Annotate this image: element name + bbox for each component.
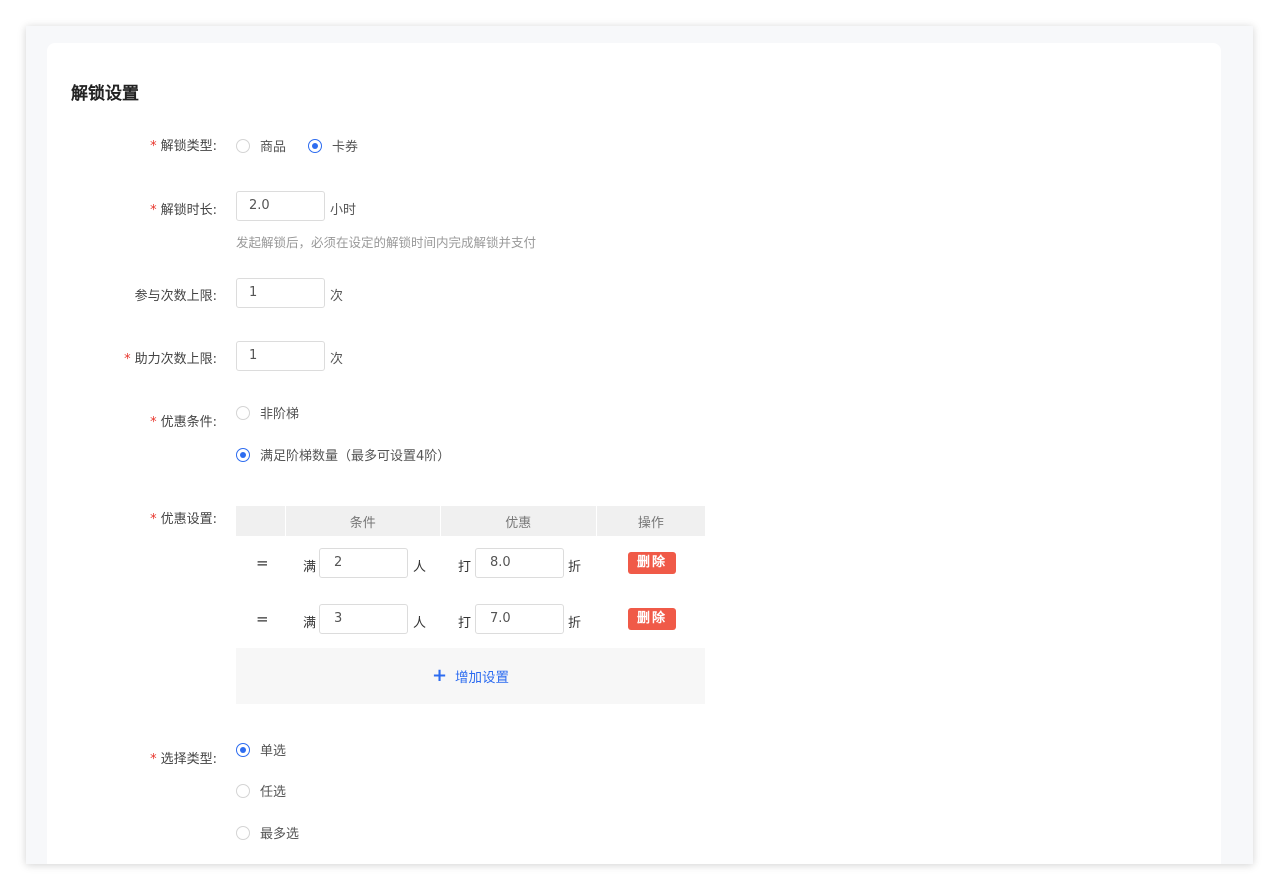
tier-count-input[interactable]: 2 [319, 548, 408, 578]
unlock-duration-input[interactable]: 2.0 [236, 191, 325, 221]
participation-limit-label: 参与次数上限: [134, 289, 217, 304]
radio-dot [236, 405, 250, 420]
radio-dot [236, 447, 250, 462]
unlock-duration-label: * 解锁时长: [150, 203, 217, 218]
delete-button[interactable]: 删除 [628, 608, 676, 630]
tier-count-unit: 人 [413, 560, 427, 575]
full-prefix: 满 [303, 616, 317, 631]
plus-icon: + [431, 665, 448, 686]
add-setting-button[interactable]: + 增加设置 [236, 648, 705, 704]
discount-condition-radio-tiered[interactable]: 满足阶梯数量（最多可设置4阶） [236, 445, 450, 464]
radio-dot [236, 138, 250, 153]
column-header-action: 操作 [637, 515, 664, 531]
select-type-radio-any[interactable]: 任选 [236, 781, 286, 800]
assist-limit-label: * 助力次数上限: [124, 352, 217, 367]
discount-prefix: 打 [458, 560, 472, 575]
participation-limit-input[interactable]: 1 [236, 278, 325, 308]
discount-prefix: 打 [458, 616, 472, 631]
select-type-label: * 选择类型: [150, 752, 217, 767]
unlock-duration-hint: 发起解锁后，必须在设定的解锁时间内完成解锁并支付 [236, 235, 537, 250]
discount-condition-label: * 优惠条件: [150, 415, 217, 430]
unlock-duration-unit: 小时 [330, 203, 357, 218]
unlock-type-radio-goods[interactable]: 商品 [236, 136, 286, 155]
required-marker: * [150, 415, 157, 430]
column-header-discount: 优惠 [441, 506, 597, 536]
window-frame: 解锁设置 * 解锁类型: 商品 卡券 * 解锁时长: 2.0 小时 发起解锁后，必须… [26, 26, 1253, 864]
equals-sign: = [256, 610, 269, 628]
full-prefix: 满 [303, 560, 317, 575]
select-type-radio-max[interactable]: 最多选 [236, 823, 299, 842]
radio-dot [236, 783, 250, 798]
required-marker: * [150, 203, 157, 218]
radio-dot [236, 825, 250, 840]
radio-dot [308, 138, 322, 153]
discount-condition-radio-non-tiered[interactable]: 非阶梯 [236, 403, 299, 422]
column-header-condition: 条件 [286, 506, 441, 536]
select-type-radio-single[interactable]: 单选 [236, 740, 286, 759]
column-header [236, 506, 286, 536]
required-marker: * [150, 512, 157, 527]
table-row: = 满 2 人 打 8.0 折 删除 [236, 536, 705, 592]
tier-discount-input[interactable]: 7.0 [475, 604, 564, 634]
tier-count-input[interactable]: 3 [319, 604, 408, 634]
page-title: 解锁设置 [71, 84, 139, 104]
unlock-type-radio-coupon[interactable]: 卡券 [308, 136, 358, 155]
radio-dot [236, 742, 250, 757]
delete-button[interactable]: 删除 [628, 552, 676, 574]
assist-limit-input[interactable]: 1 [236, 341, 325, 371]
required-marker: * [150, 752, 157, 767]
add-setting-label: 增加设置 [455, 670, 510, 686]
settings-card: 解锁设置 * 解锁类型: 商品 卡券 * 解锁时长: 2.0 小时 发起解锁后，必须… [47, 43, 1221, 864]
participation-limit-unit: 次 [330, 289, 344, 304]
table-header: 条件 优惠 操作 [236, 506, 705, 536]
discount-settings-label: * 优惠设置: [150, 512, 217, 527]
tier-discount-input[interactable]: 8.0 [475, 548, 564, 578]
required-marker: * [124, 352, 131, 367]
assist-limit-unit: 次 [330, 352, 344, 367]
unlock-type-label: * 解锁类型: [150, 139, 217, 154]
table-row: = 满 3 人 打 7.0 折 删除 [236, 592, 705, 648]
equals-sign: = [256, 554, 269, 572]
discount-unit: 折 [568, 560, 582, 575]
required-marker: * [150, 139, 157, 154]
tier-count-unit: 人 [413, 616, 427, 631]
discount-settings-table: 条件 优惠 操作 = 满 2 人 打 8.0 折 删除 = 满 3 人 打 7.… [236, 506, 705, 704]
discount-unit: 折 [568, 616, 582, 631]
